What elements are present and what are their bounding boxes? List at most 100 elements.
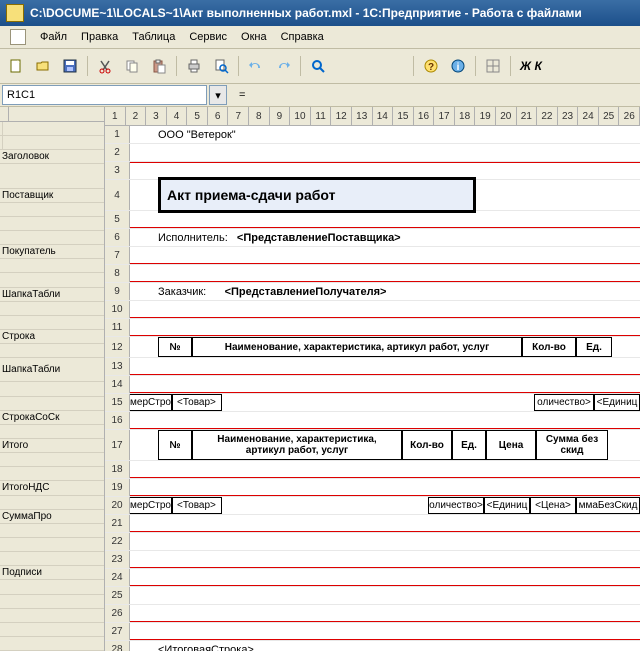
menu-table[interactable]: Таблица [126, 29, 181, 45]
ch-4[interactable]: 4 [167, 107, 188, 125]
grid-icon[interactable] [481, 54, 505, 78]
rowname-35[interactable] [0, 623, 104, 637]
preview-button[interactable] [209, 54, 233, 78]
rh-27[interactable]: 27 [105, 623, 130, 640]
menu-windows[interactable]: Окна [235, 29, 273, 45]
rowname-9[interactable]: Покупатель [0, 245, 104, 259]
menu-edit[interactable]: Правка [75, 29, 124, 45]
executor-value[interactable]: <ПредставлениеПоставщика> [237, 232, 401, 244]
rowname-1[interactable] [0, 122, 104, 136]
itog-line[interactable]: <ИтоговаяСтрока> [130, 641, 640, 651]
row1-good[interactable]: <Товар> [172, 394, 222, 411]
rh-24[interactable]: 24 [105, 569, 130, 586]
rh-15[interactable]: 15 [105, 394, 130, 411]
rh-11[interactable]: 11 [105, 319, 130, 336]
row2-qty[interactable]: оличество> [428, 497, 484, 514]
rowname-5[interactable]: Поставщик [0, 189, 104, 203]
rowname-18[interactable] [0, 382, 104, 396]
spreadsheet[interactable]: Заголовок Поставщик Покупатель ШапкаТабл… [0, 107, 640, 651]
rowname-22[interactable]: Итого [0, 439, 104, 453]
rh-10[interactable]: 10 [105, 301, 130, 318]
rh-13[interactable]: 13 [105, 358, 130, 375]
menu-file[interactable]: Файл [34, 29, 73, 45]
ch-9[interactable]: 9 [270, 107, 291, 125]
row2-unit[interactable]: <Единиц [484, 497, 530, 514]
rowname-20[interactable]: СтрокаСоСк [0, 411, 104, 425]
rowname-36[interactable] [0, 637, 104, 651]
ch-15[interactable]: 15 [393, 107, 414, 125]
rowname-21[interactable] [0, 425, 104, 439]
info-button[interactable]: i [446, 54, 470, 78]
ch-21[interactable]: 21 [517, 107, 538, 125]
menu-service[interactable]: Сервис [183, 29, 233, 45]
row2-good[interactable]: <Товар> [172, 497, 222, 514]
rowname-24[interactable] [0, 467, 104, 481]
col-headers[interactable]: 1 2 3 4 5 6 7 8 9 10 11 12 13 14 15 16 1… [105, 107, 640, 126]
rowname-27[interactable]: СуммаПро [0, 510, 104, 524]
rowname-6[interactable] [0, 203, 104, 217]
rowname-12[interactable]: ШапкаТабли [0, 288, 104, 302]
rh-19[interactable]: 19 [105, 479, 130, 496]
ch-8[interactable]: 8 [249, 107, 270, 125]
print-button[interactable] [182, 54, 206, 78]
redo-button[interactable] [271, 54, 295, 78]
cell-org[interactable]: ООО "Ветерок" [130, 126, 640, 143]
rowname-10[interactable] [0, 259, 104, 273]
rh-18[interactable]: 18 [105, 461, 130, 478]
rowname-4[interactable] [0, 164, 104, 188]
rh-4[interactable]: 4 [105, 180, 130, 210]
rowname-3[interactable]: Заголовок [0, 150, 104, 164]
rh-25[interactable]: 25 [105, 587, 130, 604]
rowname-19[interactable] [0, 397, 104, 411]
menu-help[interactable]: Справка [275, 29, 330, 45]
ch-19[interactable]: 19 [475, 107, 496, 125]
rowname-17[interactable]: ШапкаТабли [0, 358, 104, 382]
rh-12[interactable]: 12 [105, 337, 130, 357]
rowname-28[interactable] [0, 524, 104, 538]
ch-2[interactable]: 2 [126, 107, 147, 125]
ch-6[interactable]: 6 [208, 107, 229, 125]
rh-8[interactable]: 8 [105, 265, 130, 282]
rowname-26[interactable] [0, 496, 104, 510]
grid-body[interactable]: 1ООО "Ветерок" 2 3 4Акт приема-сдачи раб… [105, 126, 640, 651]
rh-3[interactable]: 3 [105, 162, 130, 179]
rowname-16[interactable] [0, 344, 104, 358]
customer-value[interactable]: <ПредставлениеПолучателя> [225, 286, 387, 298]
ch-5[interactable]: 5 [187, 107, 208, 125]
paste-button[interactable] [147, 54, 171, 78]
rowname-8[interactable] [0, 231, 104, 245]
rowname-7[interactable] [0, 217, 104, 231]
row1-unit[interactable]: <Единиц [594, 394, 640, 411]
ch-14[interactable]: 14 [373, 107, 394, 125]
doc-title[interactable]: Акт приема-сдачи работ [158, 177, 476, 213]
row1-num[interactable]: мерСтро [130, 394, 172, 411]
ch-12[interactable]: 12 [331, 107, 352, 125]
ch-1[interactable]: 1 [105, 107, 126, 125]
help-button[interactable]: ? [419, 54, 443, 78]
ch-18[interactable]: 18 [455, 107, 476, 125]
rh-20[interactable]: 20 [105, 497, 130, 514]
new-button[interactable] [4, 54, 28, 78]
rh-17[interactable]: 17 [105, 430, 130, 460]
rowname-14[interactable] [0, 316, 104, 330]
save-button[interactable] [58, 54, 82, 78]
cell-ref-dropdown[interactable]: ▾ [209, 85, 227, 105]
row2-price[interactable]: <Цена> [530, 497, 576, 514]
corner[interactable] [0, 107, 104, 122]
rowname-32[interactable] [0, 580, 104, 594]
row1-qty[interactable]: оличество> [534, 394, 594, 411]
ch-13[interactable]: 13 [352, 107, 373, 125]
rowname-13[interactable] [0, 302, 104, 316]
ch-26[interactable]: 26 [619, 107, 640, 125]
ch-3[interactable]: 3 [146, 107, 167, 125]
rh-21[interactable]: 21 [105, 515, 130, 532]
rowname-2[interactable] [0, 136, 104, 150]
rowname-33[interactable] [0, 595, 104, 609]
rh-14[interactable]: 14 [105, 376, 130, 393]
open-button[interactable] [31, 54, 55, 78]
rh-28[interactable]: 28 [105, 641, 130, 651]
rowname-34[interactable] [0, 609, 104, 623]
rh-5[interactable]: 5 [105, 211, 130, 228]
row2-num[interactable]: мерСтро [130, 497, 172, 514]
row2-sum[interactable]: ммаБезСкид [576, 497, 640, 514]
